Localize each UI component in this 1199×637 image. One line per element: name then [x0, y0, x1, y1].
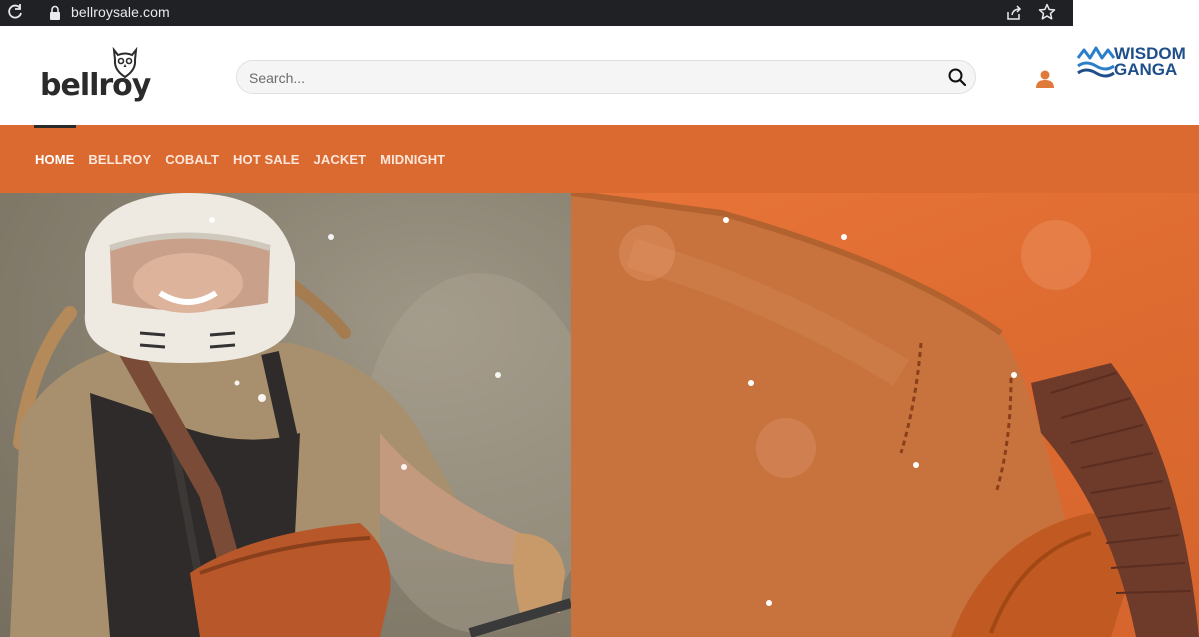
active-indicator — [34, 125, 76, 128]
nav-menu: HOME BELLROY COBALT HOT SALE JACKET MIDN… — [35, 152, 445, 167]
bellroy-logo[interactable]: bellroy — [40, 46, 151, 108]
nav-item-hot-sale[interactable]: HOT SALE — [233, 152, 300, 167]
hero-banner[interactable] — [0, 193, 1199, 637]
rider-illustration — [0, 193, 571, 637]
hero-image-bag-closeup — [571, 193, 1199, 637]
wave-logo-icon — [1076, 46, 1116, 78]
star-icon[interactable] — [1038, 3, 1056, 21]
wisdom-ganga-watermark: WISDOM GANGA — [1076, 44, 1196, 84]
browser-toolbar: bellroysale.com — [0, 0, 1073, 26]
user-account-icon[interactable] — [1034, 68, 1056, 90]
search-bar — [236, 60, 976, 94]
reload-icon[interactable] — [6, 3, 24, 21]
nav-item-cobalt[interactable]: COBALT — [165, 152, 219, 167]
nav-item-jacket[interactable]: JACKET — [314, 152, 367, 167]
search-icon[interactable] — [947, 67, 967, 87]
bag-closeup-illustration — [571, 193, 1199, 637]
search-input[interactable] — [247, 67, 931, 89]
nav-item-bellroy[interactable]: BELLROY — [88, 152, 151, 167]
owl-logo-icon — [112, 46, 138, 79]
site-header: bellroy WISDOM GANGA — [0, 26, 1199, 125]
watermark-line-2: GANGA — [1114, 60, 1178, 79]
nav-item-midnight[interactable]: MIDNIGHT — [380, 152, 445, 167]
hero-image-rider — [0, 193, 571, 637]
address-bar-url[interactable]: bellroysale.com — [71, 4, 170, 20]
lock-icon[interactable] — [48, 5, 62, 21]
main-navigation: HOME BELLROY COBALT HOT SALE JACKET MIDN… — [0, 125, 1199, 193]
nav-item-home[interactable]: HOME — [35, 152, 74, 167]
share-icon[interactable] — [1005, 4, 1023, 22]
